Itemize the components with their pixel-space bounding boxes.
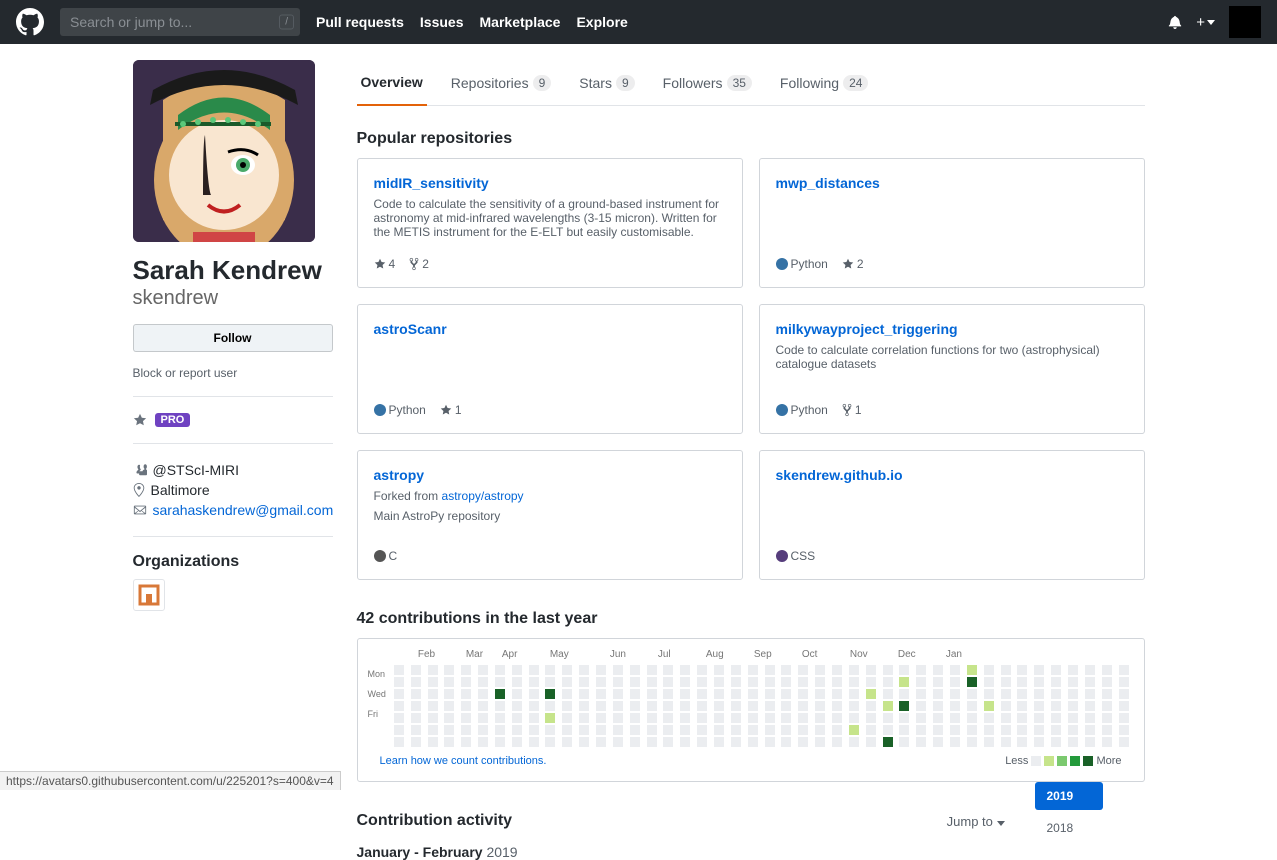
month-label: Jul — [658, 649, 671, 660]
nav-pull-requests[interactable]: Pull requests — [316, 14, 404, 30]
activity-heading: Contribution activity — [357, 812, 513, 830]
repo-description: Code to calculate correlation functions … — [776, 343, 1128, 371]
tab-followers[interactable]: Followers35 — [659, 60, 756, 105]
activity-period: January - February 2019 — [357, 844, 1005, 860]
primary-nav: Pull requests Issues Marketplace Explore — [316, 14, 628, 30]
day-label-mon: Mon — [368, 669, 386, 679]
mail-icon — [133, 503, 147, 517]
repo-stars[interactable]: 1 — [440, 403, 462, 417]
popular-repos-grid: midIR_sensitivity Code to calculate the s… — [357, 158, 1145, 580]
month-label: Aug — [706, 649, 724, 660]
people-icon — [133, 463, 147, 477]
search-input[interactable] — [60, 8, 300, 36]
popular-repos-heading: Popular repositories — [357, 130, 1145, 148]
year-2019-button[interactable]: 2019 — [1035, 782, 1103, 810]
browser-status-bar: https://avatars0.githubusercontent.com/u… — [0, 771, 341, 790]
organizations-heading: Organizations — [133, 553, 333, 571]
repo-language: CSS — [776, 549, 816, 563]
search-container: / — [60, 8, 300, 36]
day-label-wed: Wed — [368, 689, 386, 699]
jump-to-dropdown[interactable]: Jump to — [947, 814, 1005, 829]
tab-overview[interactable]: Overview — [357, 60, 427, 106]
repo-card: midIR_sensitivity Code to calculate the s… — [357, 158, 743, 288]
repo-stars[interactable]: 4 — [374, 257, 396, 271]
repo-forks[interactable]: 1 — [842, 403, 862, 417]
tab-stars[interactable]: Stars9 — [575, 60, 638, 105]
org-avatar[interactable] — [133, 579, 165, 611]
month-label: Apr — [502, 649, 518, 660]
repo-language: C — [374, 549, 398, 563]
month-label: Dec — [898, 649, 916, 660]
repo-fork-source-link[interactable]: astropy/astropy — [442, 489, 524, 503]
nav-explore[interactable]: Explore — [576, 14, 627, 30]
year-filter: 2019 2018 — [1035, 782, 1145, 860]
repo-name-link[interactable]: skendrew.github.io — [776, 467, 1128, 483]
create-new-dropdown[interactable]: + — [1196, 14, 1215, 31]
month-label: Mar — [466, 649, 483, 660]
nav-issues[interactable]: Issues — [420, 14, 464, 30]
profile-main: Overview Repositories9 Stars9 Followers3… — [357, 60, 1145, 860]
month-label: Feb — [418, 649, 435, 660]
profile-avatar[interactable] — [133, 60, 315, 242]
contribution-cells[interactable] — [394, 665, 1134, 747]
location-icon — [133, 483, 145, 497]
repo-stars[interactable]: 2 — [842, 257, 864, 271]
repo-name-link[interactable]: midIR_sensitivity — [374, 175, 726, 191]
profile-tabs: Overview Repositories9 Stars9 Followers3… — [357, 60, 1145, 106]
nav-marketplace[interactable]: Marketplace — [480, 14, 561, 30]
repo-card: milkywayproject_triggering Code to calcul… — [759, 304, 1145, 434]
profile-sidebar: Sarah Kendrew skendrew Follow Block or r… — [133, 60, 333, 860]
follow-button[interactable]: Follow — [133, 324, 333, 352]
repo-language: Python — [776, 403, 828, 417]
profile-username: skendrew — [133, 287, 333, 310]
user-avatar-menu[interactable] — [1229, 6, 1261, 38]
repo-description: Code to calculate the sensitivity of a g… — [374, 197, 726, 239]
repo-forked-from: Forked from astropy/astropy — [374, 489, 726, 503]
contribution-legend: Less More — [1005, 755, 1121, 767]
month-label: Jan — [946, 649, 962, 660]
repo-language: Python — [374, 403, 426, 417]
top-navbar: / Pull requests Issues Marketplace Explo… — [0, 0, 1277, 44]
repo-forks[interactable]: 2 — [409, 257, 429, 271]
repo-card: mwp_distances Python 2 — [759, 158, 1145, 288]
tab-following[interactable]: Following24 — [776, 60, 873, 105]
month-label: Nov — [850, 649, 868, 660]
repo-card: skendrew.github.io CSS — [759, 450, 1145, 580]
pro-badge: PRO — [155, 413, 191, 427]
learn-contributions-link[interactable]: Learn how we count contributions. — [380, 755, 547, 767]
profile-name: Sarah Kendrew — [133, 254, 333, 287]
repo-card: astroScanr Python 1 — [357, 304, 743, 434]
block-report-link[interactable]: Block or report user — [133, 366, 333, 380]
repo-name-link[interactable]: astroScanr — [374, 321, 726, 337]
contribution-graph-box: Mon Wed Fri Feb Mar Apr May Jun Jul Aug Sep Oct N… — [357, 638, 1145, 782]
star-icon[interactable] — [133, 413, 147, 427]
contributions-heading: 42 contributions in the last year — [357, 610, 1145, 628]
profile-location: Baltimore — [151, 482, 210, 498]
search-slash-hint: / — [279, 15, 294, 30]
repo-name-link[interactable]: mwp_distances — [776, 175, 1128, 191]
repo-description: Main AstroPy repository — [374, 509, 726, 523]
profile-org: @STScI-MIRI — [153, 462, 240, 478]
month-label: Sep — [754, 649, 772, 660]
repo-language: Python — [776, 257, 828, 271]
year-2018-button[interactable]: 2018 — [1035, 814, 1103, 842]
repo-name-link[interactable]: milkywayproject_triggering — [776, 321, 1128, 337]
tab-repositories[interactable]: Repositories9 — [447, 60, 556, 105]
day-label-fri: Fri — [368, 709, 386, 719]
repo-name-link[interactable]: astropy — [374, 467, 726, 483]
profile-email[interactable]: sarahaskendrew@gmail.com — [153, 502, 334, 518]
repo-card: astropy Forked from astropy/astropy Main A… — [357, 450, 743, 580]
month-label: Jun — [610, 649, 626, 660]
month-label: May — [550, 649, 569, 660]
notifications-icon[interactable] — [1168, 15, 1182, 29]
month-label: Oct — [802, 649, 818, 660]
github-logo[interactable] — [16, 8, 44, 36]
